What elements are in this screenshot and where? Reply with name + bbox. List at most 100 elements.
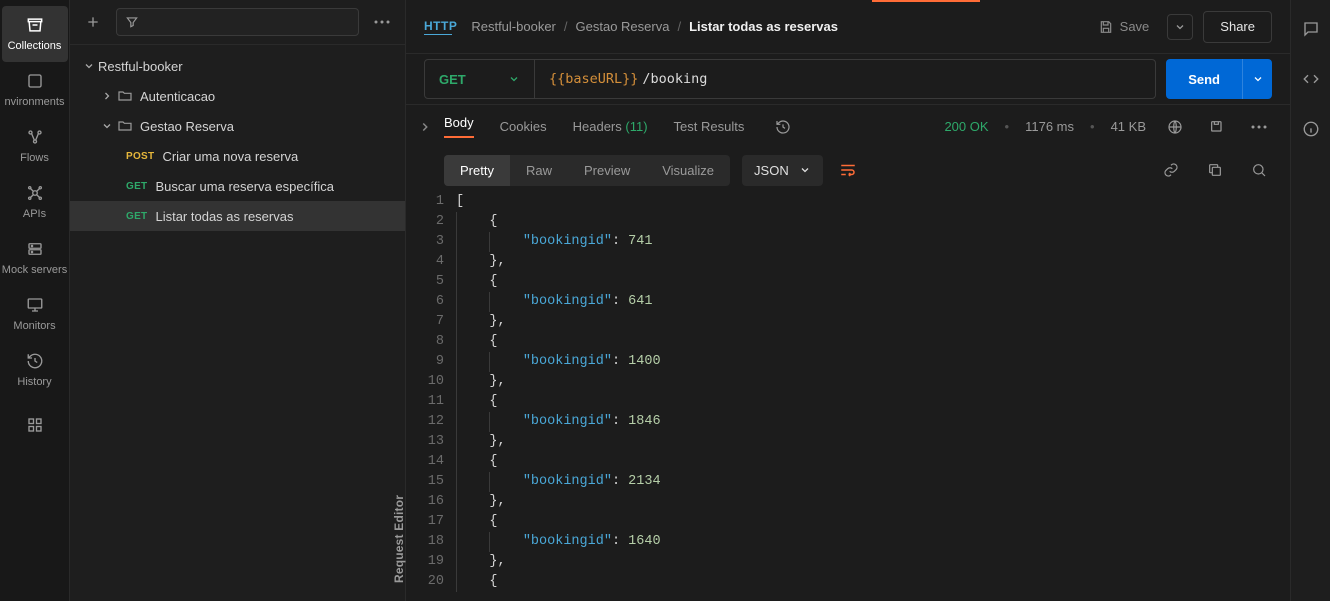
response-body[interactable]: 1[2 {3 "bookingid": 7414 },5 {6 "booking… (406, 192, 1290, 601)
right-rail (1290, 0, 1330, 601)
request-buscar-reserva[interactable]: GET Buscar uma reserva específica (70, 171, 405, 201)
folder-autenticacao[interactable]: Autenticacao (70, 81, 405, 111)
rail-label: nvironments (5, 96, 65, 108)
rail-label: Flows (20, 152, 49, 164)
url-box: GET {{baseURL}} /booking (424, 59, 1156, 99)
archive-icon (24, 14, 46, 36)
filter-icon (125, 15, 139, 29)
folder-icon (116, 117, 134, 135)
url-path: /booking (642, 71, 707, 87)
info-icon[interactable] (1300, 118, 1322, 140)
collections-sidebar: Restful-booker Autenticacao Gestao Reser… (70, 0, 406, 601)
wrap-lines-icon[interactable] (839, 161, 857, 179)
folder-label: Autenticacao (140, 89, 215, 104)
url-row: GET {{baseURL}} /booking Send (406, 54, 1290, 104)
search-icon[interactable] (1246, 157, 1272, 183)
chevron-down-icon (508, 73, 520, 85)
send-button[interactable]: Send (1166, 59, 1242, 99)
globe-icon[interactable] (1162, 114, 1188, 140)
collection-tree: Restful-booker Autenticacao Gestao Reser… (70, 45, 405, 601)
view-raw[interactable]: Raw (510, 155, 568, 186)
save-response-icon[interactable] (1204, 114, 1230, 140)
comments-icon[interactable] (1300, 18, 1322, 40)
url-var: {{baseURL}} (549, 71, 638, 87)
tab-cookies[interactable]: Cookies (500, 119, 547, 134)
breadcrumb-sep: / (564, 19, 568, 34)
url-input[interactable]: {{baseURL}} /booking (535, 60, 1155, 98)
server-icon (24, 238, 46, 260)
apis-icon (24, 182, 46, 204)
breadcrumb-sep: / (677, 19, 681, 34)
language-selector[interactable]: JSON (742, 155, 823, 186)
left-rail: Collections nvironments Flows APIs Mock … (0, 0, 70, 601)
view-bar: Pretty Raw Preview Visualize JSON (406, 148, 1290, 192)
request-label: Criar uma nova reserva (162, 149, 298, 164)
rail-label: Monitors (13, 320, 55, 332)
share-button[interactable]: Share (1203, 11, 1272, 43)
tab-test-results[interactable]: Test Results (674, 119, 745, 134)
more-icon[interactable] (1246, 114, 1272, 140)
chevron-down-icon (80, 57, 98, 75)
new-button[interactable] (80, 9, 106, 35)
response-size: 41 KB (1111, 119, 1146, 134)
rail-label: History (17, 376, 51, 388)
request-label: Buscar uma reserva específica (155, 179, 333, 194)
method-badge: POST (126, 151, 154, 162)
rail-flows[interactable]: Flows (2, 118, 68, 174)
rail-apis[interactable]: APIs (2, 174, 68, 230)
tab-body[interactable]: Body (444, 115, 474, 138)
method-badge: GET (126, 211, 147, 222)
rail-label: Collections (8, 40, 62, 52)
view-pretty[interactable]: Pretty (444, 155, 510, 186)
rail-label: APIs (23, 208, 46, 220)
tab-active-indicator (872, 0, 980, 2)
response-tabs: Body Cookies Headers (11) Test Results 2… (406, 104, 1290, 148)
view-segmented: Pretty Raw Preview Visualize (444, 155, 730, 186)
chevron-down-icon (799, 164, 811, 176)
link-icon[interactable] (1158, 157, 1184, 183)
collection-row[interactable]: Restful-booker (70, 51, 405, 81)
monitor-icon (24, 294, 46, 316)
rail-environments[interactable]: nvironments (2, 62, 68, 118)
breadcrumb-current: Listar todas as reservas (689, 19, 838, 34)
copy-icon[interactable] (1202, 157, 1228, 183)
view-preview[interactable]: Preview (568, 155, 646, 186)
grid-icon (24, 414, 46, 436)
response-history-icon[interactable] (770, 114, 796, 140)
save-dropdown[interactable] (1167, 14, 1193, 40)
chevron-right-icon (98, 87, 116, 105)
request-criar-reserva[interactable]: POST Criar uma nova reserva (70, 141, 405, 171)
box-icon (24, 70, 46, 92)
rail-mock[interactable]: Mock servers (2, 230, 68, 286)
method-badge: GET (126, 181, 147, 192)
response-time: 1176 ms (1025, 119, 1074, 134)
collapse-chevron-icon[interactable] (418, 120, 432, 134)
view-visualize[interactable]: Visualize (646, 155, 730, 186)
filter-input[interactable] (116, 8, 359, 36)
method-selector[interactable]: GET (425, 60, 535, 98)
rail-monitors[interactable]: Monitors (2, 286, 68, 342)
send-dropdown[interactable] (1242, 59, 1272, 99)
chevron-down-icon (98, 117, 116, 135)
request-listar-reservas[interactable]: GET Listar todas as reservas (70, 201, 405, 231)
save-icon (1098, 19, 1114, 35)
sidebar-more-button[interactable] (369, 9, 395, 35)
breadcrumb[interactable]: Gestao Reserva (576, 19, 670, 34)
rail-history[interactable]: History (2, 342, 68, 398)
code-icon[interactable] (1300, 68, 1322, 90)
rail-collections[interactable]: Collections (2, 6, 68, 62)
request-label: Listar todas as reservas (155, 209, 293, 224)
flows-icon (24, 126, 46, 148)
rail-label: Mock servers (2, 264, 67, 276)
collection-name: Restful-booker (98, 59, 183, 74)
topbar: HTTP Restful-booker / Gestao Reserva / L… (406, 0, 1290, 54)
tab-headers[interactable]: Headers (11) (573, 119, 648, 134)
folder-gestao-reserva[interactable]: Gestao Reserva (70, 111, 405, 141)
breadcrumb[interactable]: Restful-booker (471, 19, 556, 34)
rail-configure[interactable] (2, 406, 68, 450)
request-editor-label[interactable]: Request Editor (392, 495, 406, 583)
status-code: 200 OK (944, 119, 988, 134)
history-icon (24, 350, 46, 372)
save-button[interactable]: Save (1090, 13, 1158, 41)
sidebar-header (70, 0, 405, 45)
